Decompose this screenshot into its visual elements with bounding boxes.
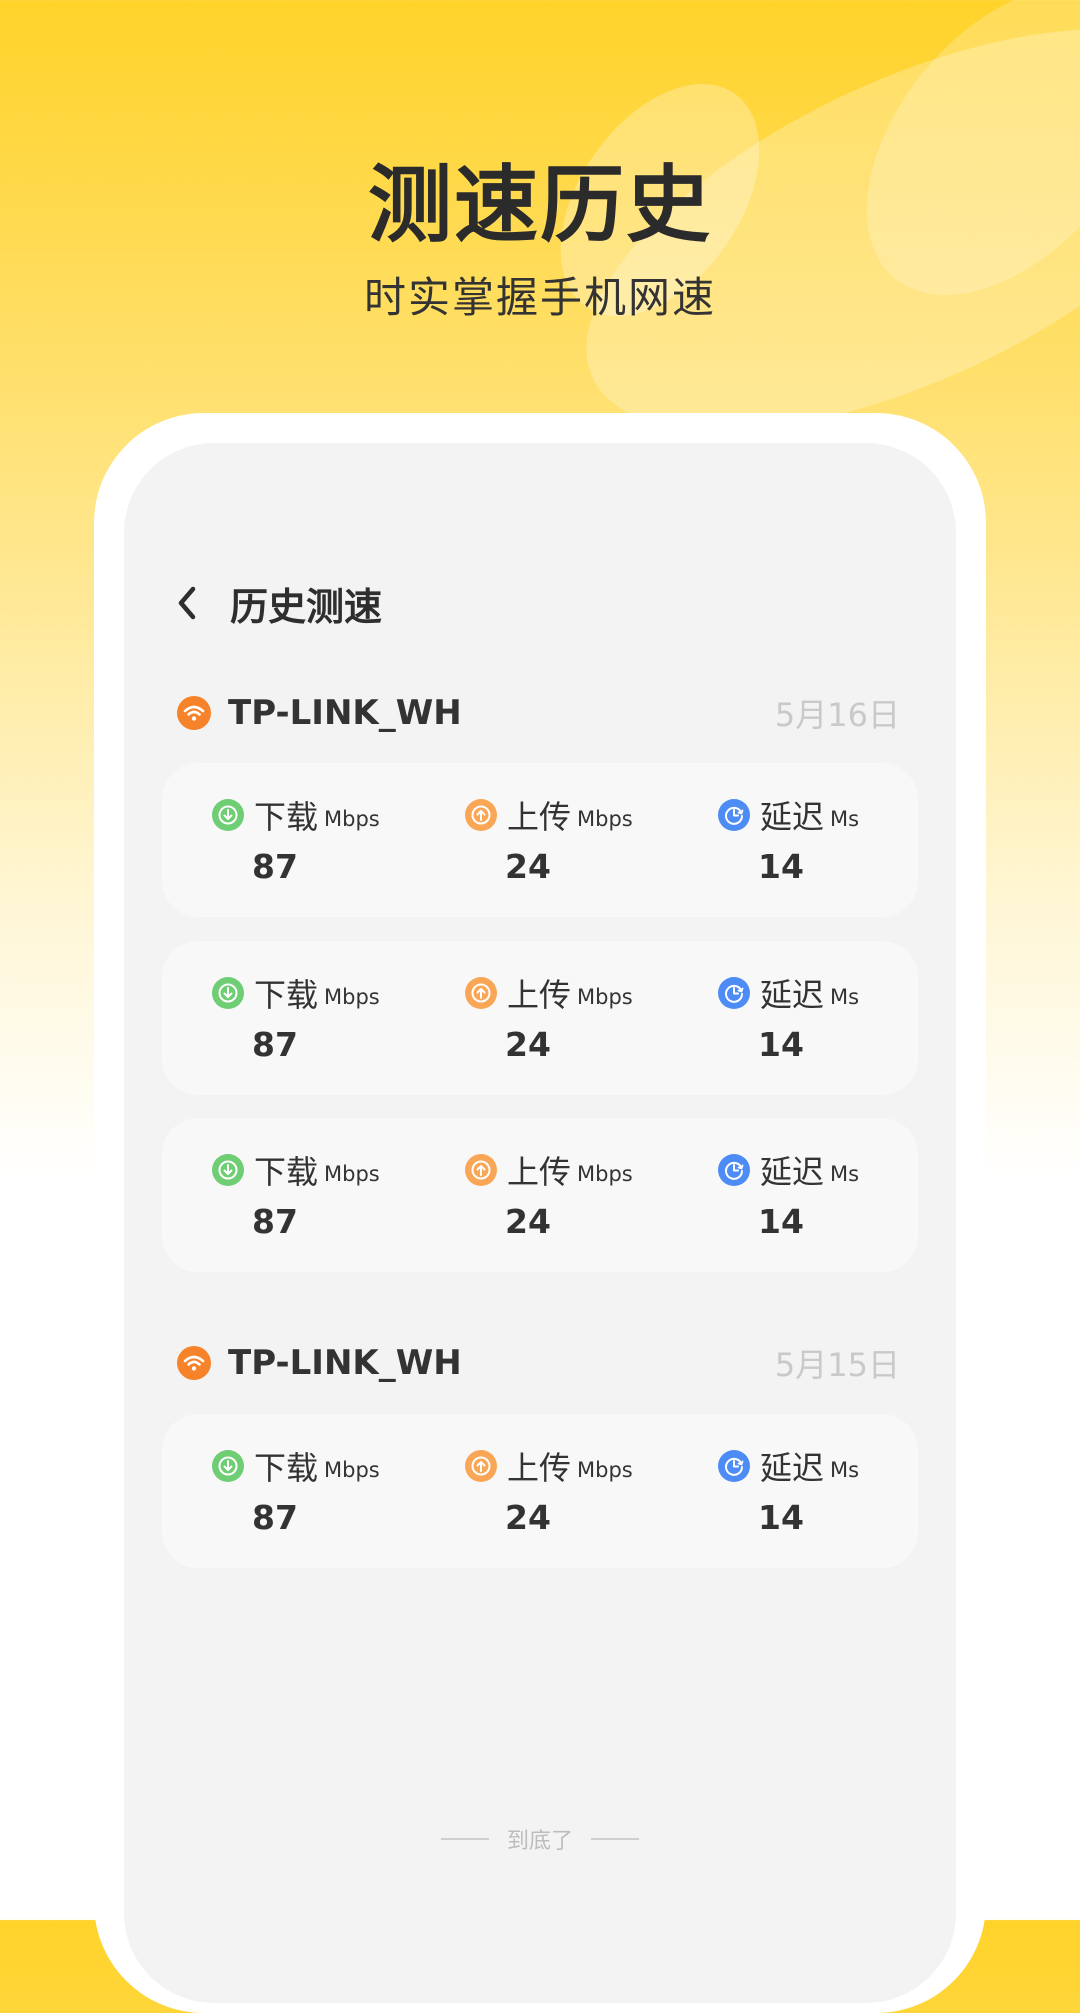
chevron-left-icon [178, 586, 196, 620]
download-unit: Mbps [324, 1458, 380, 1482]
download-metric: 下载 Mbps 87 [212, 973, 380, 1064]
download-icon [212, 1450, 244, 1482]
upload-label: 上传 [507, 976, 572, 1014]
upload-label: 上传 [507, 1153, 572, 1191]
phone-screen: 历史测速 TP-LINK_WH 5月16日 下载 Mbps 87 上传 Mbps… [124, 443, 956, 2003]
latency-value: 14 [758, 1025, 804, 1064]
speed-record-card[interactable]: 下载 Mbps 87 上传 Mbps 24 延迟 Ms 14 [162, 941, 918, 1095]
download-label: 下载 [254, 1153, 319, 1191]
upload-label: 上传 [507, 798, 572, 836]
upload-icon [465, 1154, 497, 1186]
speed-record-card[interactable]: 下载 Mbps 87 上传 Mbps 24 延迟 Ms 14 [162, 1118, 918, 1272]
download-unit: Mbps [324, 1162, 380, 1186]
page-title: 历史测速 [230, 584, 383, 629]
download-label: 下载 [254, 798, 319, 836]
upload-icon [465, 1450, 497, 1482]
network-group: TP-LINK_WH 5月15日 下载 Mbps 87 上传 Mbps 24 延… [124, 1333, 956, 1568]
upload-unit: Mbps [577, 1162, 633, 1186]
speed-record-card[interactable]: 下载 Mbps 87 上传 Mbps 24 延迟 Ms 14 [162, 763, 918, 917]
clock-icon [718, 1450, 750, 1482]
download-icon [212, 977, 244, 1009]
clock-icon [718, 1154, 750, 1186]
upload-unit: Mbps [577, 985, 633, 1009]
download-value: 87 [252, 847, 298, 886]
end-of-list-text: 到底了 [506, 1829, 573, 1854]
download-value: 87 [252, 1025, 298, 1064]
download-metric: 下载 Mbps 87 [212, 795, 380, 886]
latency-value: 14 [758, 1498, 804, 1537]
download-icon [212, 1154, 244, 1186]
download-unit: Mbps [324, 985, 380, 1009]
divider [440, 1838, 489, 1840]
back-button[interactable] [176, 573, 216, 633]
latency-metric: 延迟 Ms 14 [718, 795, 859, 886]
download-metric: 下载 Mbps 87 [212, 1150, 380, 1241]
download-unit: Mbps [324, 807, 380, 831]
latency-value: 14 [758, 1202, 804, 1241]
upload-metric: 上传 Mbps 24 [465, 1150, 633, 1241]
latency-label: 延迟 [760, 1153, 825, 1191]
latency-label: 延迟 [760, 798, 825, 836]
clock-icon [718, 799, 750, 831]
upload-metric: 上传 Mbps 24 [465, 973, 633, 1064]
latency-unit: Ms [830, 807, 860, 831]
upload-metric: 上传 Mbps 24 [465, 795, 633, 886]
upload-value: 24 [505, 1202, 551, 1241]
nav-bar: 历史测速 [176, 573, 382, 633]
clock-icon [718, 977, 750, 1009]
download-label: 下载 [254, 1449, 319, 1487]
upload-label: 上传 [507, 1449, 572, 1487]
latency-label: 延迟 [760, 1449, 825, 1487]
upload-value: 24 [505, 1498, 551, 1537]
upload-icon [465, 799, 497, 831]
upload-icon [465, 977, 497, 1009]
latency-metric: 延迟 Ms 14 [718, 1446, 859, 1537]
network-group-header: TP-LINK_WH 5月15日 [124, 1333, 956, 1393]
record-date: 5月15日 [774, 1346, 900, 1384]
wifi-icon [177, 1346, 211, 1380]
latency-unit: Ms [830, 985, 860, 1009]
latency-unit: Ms [830, 1458, 860, 1482]
latency-metric: 延迟 Ms 14 [718, 973, 859, 1064]
upload-value: 24 [505, 847, 551, 886]
list-end-indicator: 到底了 [124, 1823, 956, 1855]
latency-unit: Ms [830, 1162, 860, 1186]
download-icon [212, 799, 244, 831]
latency-value: 14 [758, 847, 804, 886]
wifi-icon [177, 696, 211, 730]
latency-metric: 延迟 Ms 14 [718, 1150, 859, 1241]
download-metric: 下载 Mbps 87 [212, 1446, 380, 1537]
network-ssid: TP-LINK_WH [228, 693, 462, 733]
network-group: TP-LINK_WH 5月16日 下载 Mbps 87 上传 Mbps 24 延… [124, 683, 956, 1272]
network-ssid: TP-LINK_WH [228, 1343, 462, 1383]
upload-unit: Mbps [577, 807, 633, 831]
latency-label: 延迟 [760, 976, 825, 1014]
upload-metric: 上传 Mbps 24 [465, 1446, 633, 1537]
hero-subtitle: 时实掌握手机网速 [363, 273, 716, 322]
divider [591, 1838, 639, 1840]
record-date: 5月16日 [774, 696, 900, 734]
speed-record-card[interactable]: 下载 Mbps 87 上传 Mbps 24 延迟 Ms 14 [162, 1414, 918, 1568]
download-value: 87 [252, 1202, 298, 1241]
network-group-header: TP-LINK_WH 5月16日 [124, 683, 956, 743]
download-value: 87 [252, 1498, 298, 1537]
hero-title: 测速历史 [367, 156, 712, 254]
download-label: 下载 [254, 976, 319, 1014]
upload-value: 24 [505, 1025, 551, 1064]
upload-unit: Mbps [577, 1458, 633, 1482]
